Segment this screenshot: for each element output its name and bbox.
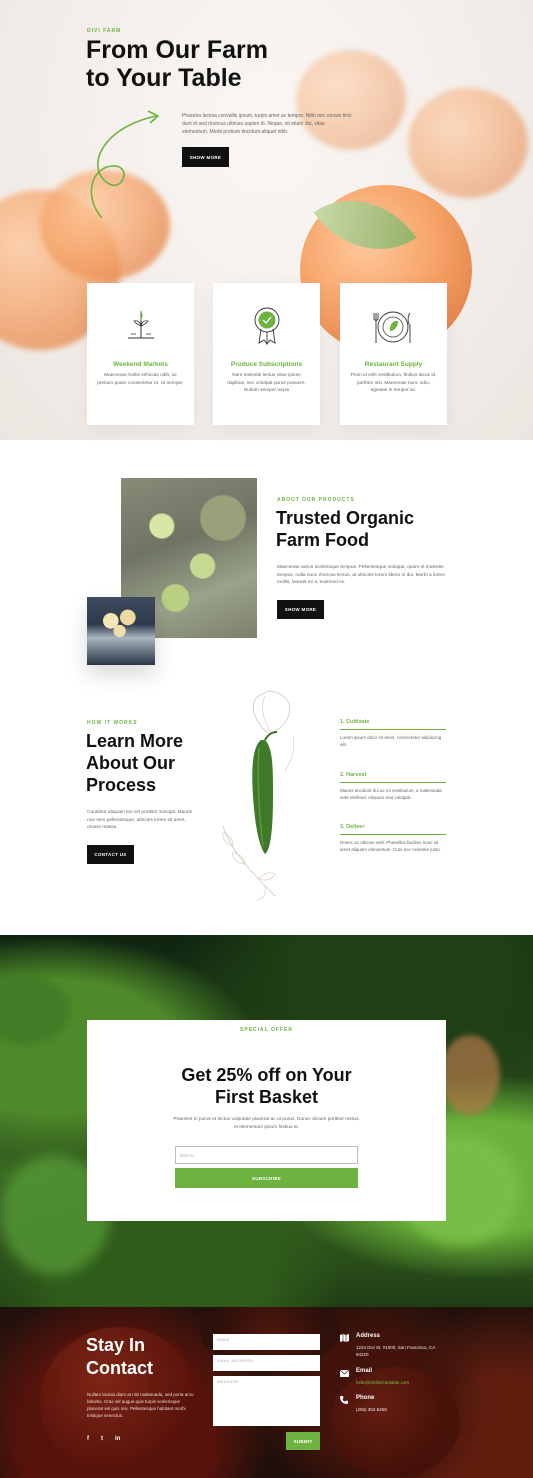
submit-button[interactable]: SUBMIT (286, 1432, 320, 1450)
contact-title-line: Contact (86, 1358, 153, 1378)
offer-title-line: Get 25% off on Your (181, 1065, 352, 1085)
card-title: Produce Subscriptions (230, 361, 303, 368)
card-text: Nam molestie lectus vitae ipsum dapibus,… (227, 373, 306, 393)
about-title-line: Farm Food (276, 530, 369, 550)
subscribe-button[interactable]: SUBSCRIBE (175, 1168, 358, 1188)
step-text: Mauris tincidunt dui ac mi vestibulum, a… (340, 788, 442, 800)
process-step-cultivate: 1. Cultivate Lorem ipsum dolor sit amet,… (340, 719, 446, 748)
process-title-line: About Our (86, 753, 175, 773)
step-title: 1. Cultivate (340, 719, 370, 725)
contact-email-input[interactable]: EMAIL ADDRESS (213, 1355, 320, 1371)
about-title-line: Trusted Organic (276, 508, 415, 528)
process-eyebrow: HOW IT WORKS (87, 720, 138, 726)
offer-eyebrow: SPECIAL OFFER (240, 1027, 293, 1033)
contact-title-line: Stay In (86, 1335, 146, 1355)
card-text: Proin id velit vestibulum, finibus lacus… (350, 373, 437, 393)
address-label: Address (356, 1333, 381, 1339)
contact-message-textarea[interactable]: MESSAGE (213, 1376, 320, 1426)
step-title: 3. Deliver (340, 824, 365, 830)
twitter-icon[interactable]: t (101, 1436, 103, 1442)
address-value: 1234 Divi St. #1000, San Francisco, CA 9… (356, 1345, 436, 1357)
phone-value: (255) 352-6258 (356, 1407, 387, 1412)
about-text: Maecenas varius scelerisque tempus. Pell… (277, 565, 445, 585)
hero-title: From Our Farm to Your Table (86, 36, 268, 92)
card-title: Restaurant Supply (364, 361, 423, 368)
about-title: Trusted Organic Farm Food (276, 507, 414, 551)
email-value[interactable]: hello@divifarmtotable.com (356, 1379, 409, 1386)
linkedin-icon[interactable]: in (115, 1436, 120, 1442)
hero-show-more-button[interactable]: SHOW MORE (182, 147, 229, 167)
phone-icon (340, 1396, 348, 1404)
step-title: 2. Harvest (340, 772, 367, 778)
card-text: Maecenas mollis vehicula nibh, ac pretiu… (97, 373, 184, 386)
offer-title-line: First Basket (214, 1087, 319, 1107)
orange-image (408, 88, 528, 198)
map-icon (340, 1334, 349, 1342)
process-text: Curabitur aliquam leo vel porttitor susc… (87, 810, 193, 830)
phone-label: Phone (356, 1395, 375, 1401)
award-badge-icon (254, 307, 280, 345)
offer-title: Get 25% off on Your First Basket (87, 1064, 446, 1108)
offer-text: Praesent in purus et lectus vulputate pl… (173, 1117, 360, 1130)
step-divider (340, 834, 446, 835)
facebook-icon[interactable]: f (87, 1436, 89, 1442)
process-title-line: Learn More (86, 731, 184, 751)
seedling-icon (128, 310, 154, 339)
process-title-line: Process (86, 775, 157, 795)
step-divider (340, 782, 446, 783)
hero-eyebrow: DIVI FARM (87, 28, 122, 34)
card-title: Weekend Markets (113, 361, 168, 368)
feature-card-weekend-markets: Weekend Markets Maecenas mollis vehicula… (87, 283, 194, 425)
contact-text: Nullam lacinia diam at nisi malesuada, s… (87, 1392, 194, 1418)
step-divider (340, 729, 446, 730)
plate-cutlery-icon (373, 311, 411, 343)
social-links: f t in (87, 1436, 120, 1442)
offer-email-input[interactable]: EMAIL (175, 1146, 358, 1164)
contact-us-button[interactable]: CONTACT US (87, 845, 134, 864)
about-eyebrow: ABOUT OUR PRODUCTS (277, 497, 355, 503)
envelope-icon (340, 1370, 349, 1377)
curved-arrow-icon (90, 110, 160, 219)
email-label: Email (356, 1368, 373, 1374)
jar-photo (87, 597, 155, 665)
pepper-illustration (222, 690, 295, 901)
hero-title-line: to Your Table (86, 64, 242, 92)
process-step-harvest: 2. Harvest Mauris tincidunt dui ac mi ve… (340, 772, 446, 801)
offer-card: SPECIAL OFFER Get 25% off on Your First … (87, 1020, 446, 1221)
contact-title: Stay In Contact (86, 1334, 153, 1380)
feature-card-produce-subscriptions: Produce Subscriptions Nam molestie lectu… (213, 283, 320, 425)
hero-title-line: From Our Farm (86, 36, 268, 64)
step-text: Donec ac ultrices velit. Phasellus facil… (340, 840, 442, 852)
process-step-deliver: 3. Deliver Donec ac ultrices velit. Phas… (340, 824, 446, 853)
step-text: Lorem ipsum dolor sit amet, consectetur … (340, 735, 442, 747)
about-show-more-button[interactable]: SHOW MORE (277, 600, 324, 619)
process-title: Learn More About Our Process (86, 730, 183, 796)
contact-name-input[interactable]: NAME (213, 1334, 320, 1350)
hero-description: Pharetra lacinia convallis ipsum, turpis… (182, 113, 352, 135)
feature-card-restaurant-supply: Restaurant Supply Proin id velit vestibu… (340, 283, 447, 425)
